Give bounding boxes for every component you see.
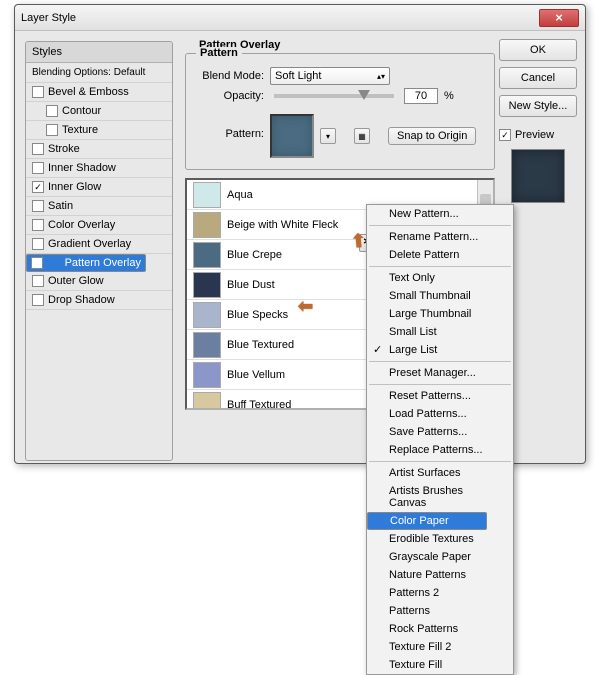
annotation-arrow-left-icon: ⬅ xyxy=(298,296,313,317)
style-item-gradient-overlay[interactable]: Gradient Overlay xyxy=(26,235,172,254)
style-item-pattern-overlay[interactable]: ✓Pattern Overlay xyxy=(26,254,146,272)
preview-swatch xyxy=(511,149,565,203)
menu-item-nature-patterns[interactable]: Nature Patterns xyxy=(367,566,513,584)
preview-checkbox[interactable]: ✓ xyxy=(499,129,511,141)
menu-item-patterns[interactable]: Patterns 2 xyxy=(367,584,513,602)
menu-item-rock-patterns[interactable]: Rock Patterns xyxy=(367,620,513,638)
blend-mode-select[interactable]: Soft Light▴▾ xyxy=(270,67,390,85)
checkbox[interactable] xyxy=(32,275,44,287)
pattern-label: Pattern: xyxy=(194,114,264,140)
style-item-stroke[interactable]: Stroke xyxy=(26,140,172,159)
menu-item-replace-patterns[interactable]: Replace Patterns... xyxy=(367,441,513,459)
menu-item-erodible-textures[interactable]: Erodible Textures xyxy=(367,530,513,548)
menu-separator xyxy=(369,225,511,226)
group-label: Pattern xyxy=(196,47,242,59)
menu-item-delete-pattern[interactable]: Delete Pattern xyxy=(367,246,513,264)
checkbox[interactable] xyxy=(32,200,44,212)
new-pattern-icon[interactable]: ▦ xyxy=(354,128,370,144)
menu-item-preset-manager[interactable]: Preset Manager... xyxy=(367,364,513,382)
section-title: Pattern Overlay xyxy=(199,39,495,51)
menu-item-load-patterns[interactable]: Load Patterns... xyxy=(367,405,513,423)
titlebar[interactable]: Layer Style × xyxy=(15,5,585,31)
pattern-swatch[interactable] xyxy=(270,114,314,158)
style-item-bevel-emboss[interactable]: Bevel & Emboss xyxy=(26,83,172,102)
opacity-slider[interactable] xyxy=(274,94,394,98)
checkbox[interactable]: ✓ xyxy=(31,257,43,269)
cancel-button[interactable]: Cancel xyxy=(499,67,577,89)
menu-item-artists-brushes-canvas[interactable]: Artists Brushes Canvas xyxy=(367,482,513,512)
style-item-color-overlay[interactable]: Color Overlay xyxy=(26,216,172,235)
checkbox[interactable] xyxy=(32,294,44,306)
checkbox[interactable]: ✓ xyxy=(32,181,44,193)
style-item-contour[interactable]: Contour xyxy=(26,102,172,121)
new-style-button[interactable]: New Style... xyxy=(499,95,577,117)
blend-mode-label: Blend Mode: xyxy=(194,70,264,82)
pattern-thumb xyxy=(193,302,221,328)
menu-item-text-only[interactable]: Text Only xyxy=(367,269,513,287)
menu-item-color-paper[interactable]: Color Paper xyxy=(367,512,487,530)
menu-item-small-list[interactable]: Small List xyxy=(367,323,513,341)
menu-item-patterns[interactable]: Patterns xyxy=(367,602,513,620)
menu-item-texture-fill[interactable]: Texture Fill xyxy=(367,656,513,674)
menu-separator xyxy=(369,384,511,385)
menu-item-new-pattern[interactable]: New Pattern... xyxy=(367,205,513,223)
checkbox[interactable] xyxy=(32,86,44,98)
pattern-thumb xyxy=(193,332,221,358)
menu-item-save-patterns[interactable]: Save Patterns... xyxy=(367,423,513,441)
menu-item-large-list[interactable]: Large List✓ xyxy=(367,341,513,359)
checkbox[interactable] xyxy=(32,143,44,155)
style-item-drop-shadow[interactable]: Drop Shadow xyxy=(26,291,172,310)
menu-separator xyxy=(369,361,511,362)
pattern-thumb xyxy=(193,392,221,409)
right-button-column: OK Cancel New Style... ✓ Preview xyxy=(499,39,577,205)
style-item-inner-glow[interactable]: ✓Inner Glow xyxy=(26,178,172,197)
pattern-picker-button[interactable]: ▾ xyxy=(320,128,336,144)
style-item-satin[interactable]: Satin xyxy=(26,197,172,216)
checkbox[interactable] xyxy=(32,162,44,174)
menu-item-rename-pattern[interactable]: Rename Pattern... xyxy=(367,228,513,246)
menu-item-texture-fill[interactable]: Texture Fill 2 xyxy=(367,638,513,656)
pattern-thumb xyxy=(193,242,221,268)
menu-separator xyxy=(369,266,511,267)
snap-to-origin-button[interactable]: Snap to Origin xyxy=(388,127,476,145)
blending-options[interactable]: Blending Options: Default xyxy=(26,63,172,83)
style-item-outer-glow[interactable]: Outer Glow xyxy=(26,272,172,291)
pattern-thumb xyxy=(193,182,221,208)
styles-header[interactable]: Styles xyxy=(26,42,172,63)
pattern-thumb xyxy=(193,362,221,388)
styles-panel: Styles Blending Options: Default Bevel &… xyxy=(25,41,173,461)
pattern-thumb xyxy=(193,212,221,238)
checkbox[interactable] xyxy=(32,219,44,231)
pattern-context-menu: New Pattern... Rename Pattern...Delete Pa… xyxy=(366,204,514,675)
menu-item-large-thumbnail[interactable]: Large Thumbnail xyxy=(367,305,513,323)
menu-item-small-thumbnail[interactable]: Small Thumbnail xyxy=(367,287,513,305)
style-item-texture[interactable]: Texture xyxy=(26,121,172,140)
ok-button[interactable]: OK xyxy=(499,39,577,61)
opacity-label: Opacity: xyxy=(194,90,264,102)
checkbox[interactable] xyxy=(32,238,44,250)
menu-separator xyxy=(369,461,511,462)
menu-item-grayscale-paper[interactable]: Grayscale Paper xyxy=(367,548,513,566)
close-button[interactable]: × xyxy=(539,9,579,27)
checkbox[interactable] xyxy=(46,124,58,136)
menu-item-artist-surfaces[interactable]: Artist Surfaces xyxy=(367,464,513,482)
pattern-thumb xyxy=(193,272,221,298)
opacity-unit: % xyxy=(444,90,454,102)
dialog-title: Layer Style xyxy=(21,12,539,24)
check-icon: ✓ xyxy=(373,343,382,356)
chevron-updown-icon: ▴▾ xyxy=(377,72,385,81)
style-item-inner-shadow[interactable]: Inner Shadow xyxy=(26,159,172,178)
preview-toggle[interactable]: ✓ Preview xyxy=(499,129,577,141)
annotation-arrow-up-icon: ⬆ xyxy=(350,230,367,252)
opacity-value[interactable]: 70 xyxy=(404,88,438,104)
checkbox[interactable] xyxy=(46,105,58,117)
menu-item-reset-patterns[interactable]: Reset Patterns... xyxy=(367,387,513,405)
